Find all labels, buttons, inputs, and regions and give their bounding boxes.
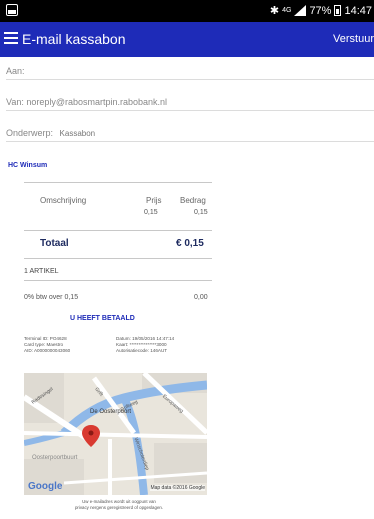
total-label: Totaal bbox=[40, 238, 69, 249]
line-price: 0,15 bbox=[144, 209, 158, 216]
app-toolbar: E-mail kassabon Verstuur bbox=[0, 22, 374, 57]
privacy-note-line: privacy nergens geregistreerd of opgesla… bbox=[74, 505, 164, 510]
send-button[interactable]: Verstuur bbox=[333, 33, 374, 45]
divider bbox=[24, 258, 212, 259]
signal-icon bbox=[294, 5, 307, 16]
vat-label: 0% btw over 0,15 bbox=[24, 294, 79, 301]
status-bar: ✱ 4G 77% 14:47 bbox=[0, 0, 374, 22]
toolbar-title: E-mail kassabon bbox=[22, 31, 126, 47]
from-text: Van: noreply@rabosmartpin.rabobank.nl bbox=[6, 97, 168, 107]
street-label: Oosterpoortbuurt bbox=[32, 455, 78, 461]
bluetooth-icon: ✱ bbox=[269, 5, 280, 17]
line-amount: 0,15 bbox=[194, 209, 208, 216]
items-count: 1 ARTIKEL bbox=[24, 268, 59, 275]
paid-label: U HEEFT BETAALD bbox=[70, 315, 135, 322]
location-map[interactable]: De Oosterpoort Radesingel Oosterpoortbuu… bbox=[24, 373, 207, 495]
subject-field[interactable]: Onderwerp: Kassabon bbox=[6, 128, 374, 142]
to-field[interactable]: Aan: bbox=[6, 66, 374, 80]
subject-value[interactable]: Kassabon bbox=[60, 129, 96, 138]
column-price: Prijs bbox=[146, 196, 162, 205]
divider bbox=[24, 182, 212, 183]
authorisation-code: Autorisatiecode: 146AUT bbox=[116, 348, 168, 353]
aid: AID: A0000000043060 bbox=[24, 348, 71, 353]
vat-value: 0,00 bbox=[194, 294, 208, 301]
divider bbox=[24, 230, 212, 231]
privacy-note: Uw e-mailadres wordt uit oogpunt van pri… bbox=[44, 499, 194, 511]
divider bbox=[24, 280, 212, 281]
clock: 14:47 bbox=[344, 4, 372, 17]
menu-icon[interactable] bbox=[4, 32, 18, 44]
from-field: Van: noreply@rabosmartpin.rabobank.nl bbox=[6, 97, 374, 111]
network-type: 4G bbox=[282, 7, 292, 14]
status-indicators: ✱ 4G 77% 14:47 bbox=[269, 4, 372, 18]
google-logo: Google bbox=[28, 481, 63, 492]
screenshot-icon bbox=[6, 4, 18, 16]
battery-percent: 77% bbox=[309, 4, 332, 17]
subject-label: Onderwerp: bbox=[6, 128, 54, 138]
column-description: Omschrijving bbox=[40, 196, 87, 205]
to-label: Aan: bbox=[6, 66, 25, 76]
battery-icon bbox=[334, 5, 342, 16]
terminal-details: Terminal ID: PO4628 Card type: Maestro A… bbox=[24, 336, 70, 354]
map-copyright: Map data ©2016 Google bbox=[150, 485, 205, 491]
total-value: € 0,15 bbox=[176, 238, 204, 249]
transaction-details: Datum: 19/05/2016 14:47:14 Kaart: ******… bbox=[116, 336, 174, 354]
merchant-name: HC Winsum bbox=[8, 162, 48, 169]
column-amount: Bedrag bbox=[180, 196, 206, 205]
